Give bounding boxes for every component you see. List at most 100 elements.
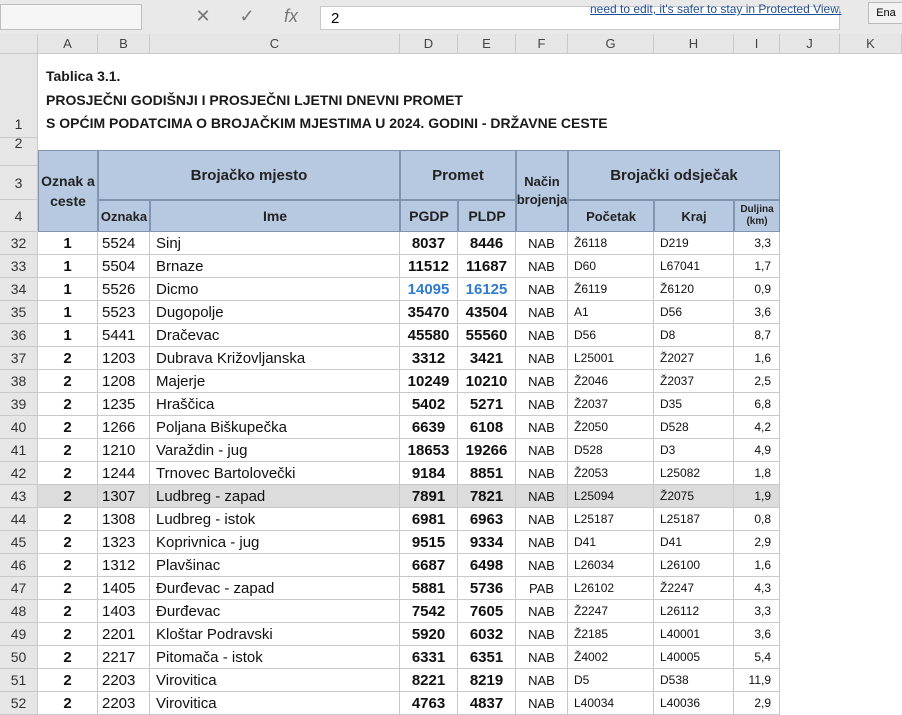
station-name-cell[interactable]: Đurđevac - zapad bbox=[150, 577, 400, 600]
counting-method-cell[interactable]: NAB bbox=[516, 439, 568, 462]
road-number-cell[interactable]: 2 bbox=[38, 393, 98, 416]
station-code-cell[interactable]: 5523 bbox=[98, 301, 150, 324]
station-name-cell[interactable]: Dicmo bbox=[150, 278, 400, 301]
segment-end-cell[interactable]: Ž2027 bbox=[654, 347, 734, 370]
column-header-a[interactable]: A bbox=[38, 34, 98, 54]
row-header-49[interactable]: 49 bbox=[0, 623, 38, 646]
station-name-cell[interactable]: Virovitica bbox=[150, 692, 400, 715]
road-number-cell[interactable]: 2 bbox=[38, 692, 98, 715]
counting-method-cell[interactable]: NAB bbox=[516, 600, 568, 623]
row-header-51[interactable]: 51 bbox=[0, 669, 38, 692]
counting-method-cell[interactable]: NAB bbox=[516, 646, 568, 669]
pgdp-cell[interactable]: 35470 bbox=[400, 301, 458, 324]
name-box[interactable] bbox=[0, 4, 142, 30]
segment-end-cell[interactable]: L26100 bbox=[654, 554, 734, 577]
station-code-cell[interactable]: 1323 bbox=[98, 531, 150, 554]
row-header-43[interactable]: 43 bbox=[0, 485, 38, 508]
column-header-k[interactable]: K bbox=[840, 34, 902, 54]
pgdp-cell[interactable]: 3312 bbox=[400, 347, 458, 370]
segment-start-cell[interactable]: D5 bbox=[568, 669, 654, 692]
segment-length-cell[interactable]: 0,8 bbox=[734, 508, 780, 531]
segment-length-cell[interactable]: 1,8 bbox=[734, 462, 780, 485]
station-name-cell[interactable]: Ludbreg - zapad bbox=[150, 485, 400, 508]
segment-length-cell[interactable]: 4,2 bbox=[734, 416, 780, 439]
segment-length-cell[interactable]: 8,7 bbox=[734, 324, 780, 347]
segment-end-cell[interactable]: D35 bbox=[654, 393, 734, 416]
column-header-c[interactable]: C bbox=[150, 34, 400, 54]
segment-length-cell[interactable]: 2,5 bbox=[734, 370, 780, 393]
counting-method-cell[interactable]: NAB bbox=[516, 278, 568, 301]
pldp-cell[interactable]: 19266 bbox=[458, 439, 516, 462]
table-row[interactable]: 1 5441 Dračevac 45580 55560 NAB D56 D8 8,7 bbox=[38, 324, 780, 347]
station-name-cell[interactable]: Dračevac bbox=[150, 324, 400, 347]
segment-start-cell[interactable]: Ž4002 bbox=[568, 646, 654, 669]
row-header-1[interactable]: 1 bbox=[0, 54, 38, 138]
table-row[interactable]: 2 2203 Virovitica 4763 4837 NAB L40034 L40036 2,… bbox=[38, 692, 780, 715]
row-header-42[interactable]: 42 bbox=[0, 462, 38, 485]
station-code-cell[interactable]: 1210 bbox=[98, 439, 150, 462]
segment-start-cell[interactable]: Ž2185 bbox=[568, 623, 654, 646]
segment-end-cell[interactable]: L40005 bbox=[654, 646, 734, 669]
counting-method-cell[interactable]: NAB bbox=[516, 508, 568, 531]
pgdp-cell[interactable]: 7542 bbox=[400, 600, 458, 623]
segment-end-cell[interactable]: L40036 bbox=[654, 692, 734, 715]
table-row[interactable]: 2 1235 Hraščica 5402 5271 NAB Ž2037 D35 6,8 bbox=[38, 393, 780, 416]
pgdp-cell[interactable]: 9515 bbox=[400, 531, 458, 554]
row-header-32[interactable]: 32 bbox=[0, 232, 38, 255]
column-header-h[interactable]: H bbox=[654, 34, 734, 54]
segment-start-cell[interactable]: Ž6119 bbox=[568, 278, 654, 301]
column-header-j[interactable]: J bbox=[780, 34, 840, 54]
select-all-corner[interactable] bbox=[0, 34, 38, 54]
station-code-cell[interactable]: 5526 bbox=[98, 278, 150, 301]
road-number-cell[interactable]: 1 bbox=[38, 301, 98, 324]
row-header-35[interactable]: 35 bbox=[0, 301, 38, 324]
segment-end-cell[interactable]: D8 bbox=[654, 324, 734, 347]
table-row[interactable]: 2 1266 Poljana Biškupečka 6639 6108 NAB Ž2050 D… bbox=[38, 416, 780, 439]
pgdp-cell[interactable]: 8221 bbox=[400, 669, 458, 692]
segment-end-cell[interactable]: L40001 bbox=[654, 623, 734, 646]
segment-end-cell[interactable]: D528 bbox=[654, 416, 734, 439]
counting-method-cell[interactable]: NAB bbox=[516, 347, 568, 370]
row-header-48[interactable]: 48 bbox=[0, 600, 38, 623]
row-header-44[interactable]: 44 bbox=[0, 508, 38, 531]
segment-length-cell[interactable]: 1,9 bbox=[734, 485, 780, 508]
pgdp-cell[interactable]: 6981 bbox=[400, 508, 458, 531]
road-number-cell[interactable]: 2 bbox=[38, 669, 98, 692]
table-row[interactable]: 2 1210 Varaždin - jug 18653 19266 NAB D528 D3 4,… bbox=[38, 439, 780, 462]
segment-start-cell[interactable]: Ž2050 bbox=[568, 416, 654, 439]
table-row[interactable]: 2 2201 Kloštar Podravski 5920 6032 NAB Ž2185 L4… bbox=[38, 623, 780, 646]
road-number-cell[interactable]: 1 bbox=[38, 255, 98, 278]
station-name-cell[interactable]: Kloštar Podravski bbox=[150, 623, 400, 646]
segment-length-cell[interactable]: 3,6 bbox=[734, 623, 780, 646]
road-number-cell[interactable]: 2 bbox=[38, 508, 98, 531]
pldp-cell[interactable]: 3421 bbox=[458, 347, 516, 370]
pldp-cell[interactable]: 10210 bbox=[458, 370, 516, 393]
segment-start-cell[interactable]: Ž6118 bbox=[568, 232, 654, 255]
pgdp-cell[interactable]: 10249 bbox=[400, 370, 458, 393]
row-header-39[interactable]: 39 bbox=[0, 393, 38, 416]
segment-end-cell[interactable]: Ž2247 bbox=[654, 577, 734, 600]
station-code-cell[interactable]: 1312 bbox=[98, 554, 150, 577]
road-number-cell[interactable]: 2 bbox=[38, 370, 98, 393]
enable-editing-button[interactable]: Ena bbox=[868, 2, 902, 24]
counting-method-cell[interactable]: NAB bbox=[516, 531, 568, 554]
segment-length-cell[interactable]: 6,8 bbox=[734, 393, 780, 416]
table-row[interactable]: 2 1208 Majerje 10249 10210 NAB Ž2046 Ž2037 2,5 bbox=[38, 370, 780, 393]
counting-method-cell[interactable]: NAB bbox=[516, 232, 568, 255]
station-name-cell[interactable]: Plavšinac bbox=[150, 554, 400, 577]
road-number-cell[interactable]: 2 bbox=[38, 600, 98, 623]
row-header-45[interactable]: 45 bbox=[0, 531, 38, 554]
row-header-50[interactable]: 50 bbox=[0, 646, 38, 669]
column-header-b[interactable]: B bbox=[98, 34, 150, 54]
pldp-cell[interactable]: 4837 bbox=[458, 692, 516, 715]
station-name-cell[interactable]: Trnovec Bartolovečki bbox=[150, 462, 400, 485]
pgdp-cell[interactable]: 9184 bbox=[400, 462, 458, 485]
segment-length-cell[interactable]: 5,4 bbox=[734, 646, 780, 669]
pldp-cell[interactable]: 16125 bbox=[458, 278, 516, 301]
segment-end-cell[interactable]: L25187 bbox=[654, 508, 734, 531]
row-header-47[interactable]: 47 bbox=[0, 577, 38, 600]
station-code-cell[interactable]: 1308 bbox=[98, 508, 150, 531]
pldp-cell[interactable]: 6108 bbox=[458, 416, 516, 439]
station-code-cell[interactable]: 2217 bbox=[98, 646, 150, 669]
road-number-cell[interactable]: 2 bbox=[38, 416, 98, 439]
